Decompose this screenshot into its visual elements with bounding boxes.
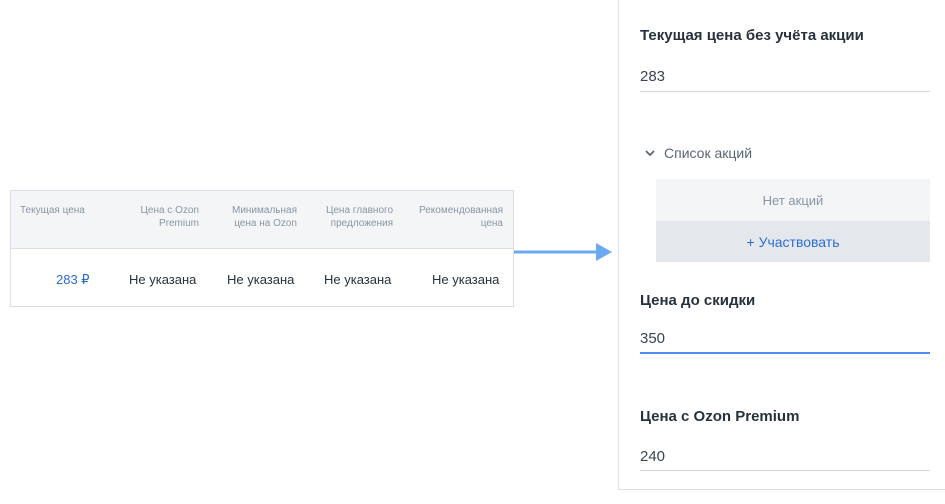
price-before-discount-underline	[640, 352, 930, 354]
promo-list-toggle[interactable]: Список акций	[644, 145, 752, 161]
header-recommended-price: Рекомендованная цена	[419, 205, 503, 229]
header-premium-price: Цена с Ozon Premium	[140, 205, 199, 229]
price-before-discount-input[interactable]: 350	[640, 330, 665, 347]
cell-main-offer-price: Не указана	[324, 272, 392, 287]
header-current-price: Текущая цена	[20, 205, 85, 216]
premium-price-input[interactable]: 240	[640, 448, 665, 465]
cell-current-price[interactable]: 283 ₽	[56, 272, 90, 288]
price-before-discount-title: Цена до скидки	[640, 292, 756, 309]
price-edit-panel: Текущая цена без учёта акции 283 Список …	[618, 0, 945, 490]
promo-list-label: Список акций	[664, 145, 753, 161]
no-promos-text: Нет акций	[762, 192, 824, 208]
current-price-field[interactable]: 283	[640, 68, 665, 85]
participate-button[interactable]: + Участвовать	[656, 221, 930, 262]
cell-premium-price: Не указана	[129, 272, 197, 287]
chevron-down-icon	[645, 150, 655, 157]
premium-price-underline	[640, 470, 930, 471]
current-price-underline	[640, 91, 930, 92]
cell-recommended-price: Не указана	[432, 272, 500, 287]
price-table: Текущая цена Цена с Ozon Premium Минимал…	[10, 190, 514, 307]
promo-list: Нет акций + Участвовать	[656, 179, 930, 262]
header-min-price: Минимальная цена на Ozon	[231, 205, 297, 229]
current-price-title: Текущая цена без учёта акции	[640, 27, 864, 44]
header-main-offer-price: Цена главного предложения	[325, 205, 393, 229]
arrow-right-icon	[514, 243, 612, 261]
cell-min-price: Не указана	[227, 272, 295, 287]
premium-price-title: Цена с Ozon Premium	[640, 408, 800, 425]
table-header: Текущая цена Цена с Ozon Premium Минимал…	[11, 191, 513, 249]
